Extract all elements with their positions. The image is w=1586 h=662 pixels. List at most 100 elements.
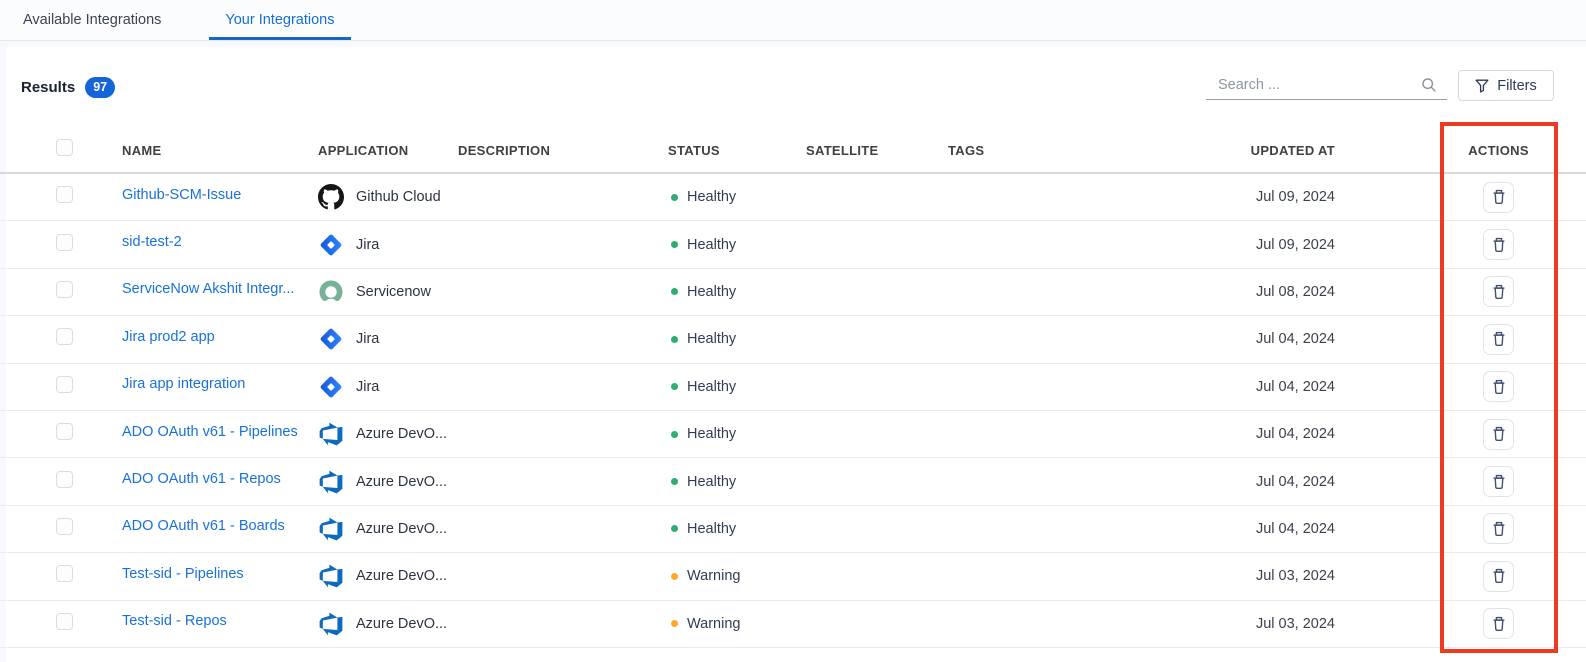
row-checkbox-cell — [0, 186, 122, 208]
status-dot — [671, 573, 678, 580]
status-label: Warning — [687, 568, 740, 584]
tab-available-integrations[interactable]: Available Integrations — [23, 0, 161, 40]
status-dot — [671, 336, 678, 343]
application-label: Azure DevO... — [356, 616, 447, 632]
row-checkbox[interactable] — [56, 376, 73, 393]
trash-icon — [1491, 284, 1507, 300]
status-dot — [671, 478, 678, 485]
application-cell: Github Cloud — [318, 184, 458, 210]
status-cell: Warning — [668, 568, 806, 584]
application-cell: Azure DevO... — [318, 611, 458, 637]
results-label: Results — [21, 79, 75, 96]
delete-integration-button[interactable] — [1483, 513, 1514, 544]
updated-at-date: Jul 09, 2024 — [1256, 189, 1335, 205]
header-tags[interactable]: TAGS — [948, 143, 1158, 158]
table-row: ADO OAuth v61 - PipelinesAzure DevO...He… — [0, 411, 1586, 458]
delete-integration-button[interactable] — [1483, 419, 1514, 450]
select-all-checkbox[interactable] — [56, 139, 73, 156]
header-satellite[interactable]: SATELLITE — [806, 143, 948, 158]
header-description[interactable]: DESCRIPTION — [458, 143, 668, 158]
row-checkbox-cell — [0, 423, 122, 445]
row-checkbox-cell — [0, 376, 122, 398]
updated-at-cell: Jul 04, 2024 — [1256, 473, 1411, 491]
delete-integration-button[interactable] — [1483, 324, 1514, 355]
integration-name-link[interactable]: Jira app integration — [122, 376, 245, 392]
status-cell: Warning — [668, 616, 806, 632]
delete-integration-button[interactable] — [1483, 229, 1514, 260]
application-label: Azure DevO... — [356, 521, 447, 537]
table-row: ServiceNow Akshit Integr...ServicenowHea… — [0, 269, 1586, 316]
application-cell: Jira — [318, 232, 458, 258]
integration-name-link[interactable]: Github-SCM-Issue — [122, 187, 241, 203]
integration-name-link[interactable]: sid-test-2 — [122, 234, 182, 250]
status-label: Healthy — [687, 331, 736, 347]
row-checkbox-cell — [0, 281, 122, 303]
status-cell: Healthy — [668, 474, 806, 490]
integration-name-link[interactable]: ADO OAuth v61 - Boards — [122, 518, 285, 534]
integration-name-link[interactable]: ServiceNow Akshit Integr... — [122, 281, 294, 297]
table-row: Github-SCM-Issue Github Cloud Healthy Jul 0… — [0, 174, 1586, 221]
row-checkbox-cell — [0, 328, 122, 350]
row-checkbox[interactable] — [56, 234, 73, 251]
application-label: Azure DevO... — [356, 474, 447, 490]
delete-integration-button[interactable] — [1483, 182, 1514, 213]
delete-integration-button[interactable] — [1483, 466, 1514, 497]
application-cell: Azure DevO... — [318, 563, 458, 589]
application-cell: Jira — [318, 326, 458, 352]
actions-cell — [1483, 324, 1514, 355]
integration-name-link[interactable]: Test-sid - Repos — [122, 613, 227, 629]
integration-name-link[interactable]: Jira prod2 app — [122, 329, 215, 345]
header-status[interactable]: STATUS — [668, 143, 806, 158]
trash-icon — [1491, 237, 1507, 253]
status-cell: Healthy — [668, 331, 806, 347]
updated-at-date: Jul 09, 2024 — [1256, 237, 1335, 253]
status-cell: Healthy — [668, 284, 806, 300]
updated-at-cell: Jul 03, 2024 — [1256, 615, 1411, 633]
updated-at-date: Jul 04, 2024 — [1256, 474, 1335, 490]
delete-integration-button[interactable] — [1483, 608, 1514, 639]
row-checkbox[interactable] — [56, 613, 73, 630]
delete-integration-button[interactable] — [1483, 371, 1514, 402]
search-box — [1206, 70, 1447, 100]
updated-at-cell: Jul 08, 2024 — [1256, 283, 1411, 301]
row-checkbox[interactable] — [56, 281, 73, 298]
actions-cell — [1483, 561, 1514, 592]
application-label: Azure DevO... — [356, 568, 447, 584]
search-input[interactable] — [1206, 77, 1421, 93]
delete-integration-button[interactable] — [1483, 276, 1514, 307]
actions-cell — [1483, 182, 1514, 213]
status-cell: Healthy — [668, 189, 806, 205]
application-label: Jira — [356, 331, 379, 347]
azure-devops-icon — [318, 421, 344, 447]
updated-at-date: Jul 04, 2024 — [1256, 331, 1335, 347]
trash-icon — [1491, 331, 1507, 347]
status-cell: Healthy — [668, 426, 806, 442]
status-cell: Healthy — [668, 379, 806, 395]
integration-name-link[interactable]: Test-sid - Pipelines — [122, 566, 244, 582]
tab-your-integrations[interactable]: Your Integrations — [209, 0, 350, 40]
table-row: ADO OAuth v61 - Repos Azure DevO... Health… — [0, 458, 1586, 505]
filters-button[interactable]: Filters — [1458, 70, 1554, 101]
results-summary: Results 97 — [21, 75, 115, 99]
trash-icon — [1491, 568, 1507, 584]
status-label: Healthy — [687, 474, 736, 490]
search-icon — [1421, 77, 1437, 93]
header-name[interactable]: NAME — [122, 143, 318, 158]
row-checkbox[interactable] — [56, 518, 73, 535]
header-updated-at[interactable]: UPDATED AT — [1251, 143, 1411, 158]
jira-icon — [318, 326, 344, 352]
row-checkbox[interactable] — [56, 186, 73, 203]
row-checkbox-cell — [0, 518, 122, 540]
integration-name-link[interactable]: ADO OAuth v61 - Pipelines — [122, 424, 298, 440]
delete-integration-button[interactable] — [1483, 561, 1514, 592]
updated-at-cell: Jul 09, 2024 — [1256, 236, 1411, 254]
row-checkbox[interactable] — [56, 328, 73, 345]
row-checkbox[interactable] — [56, 565, 73, 582]
updated-at-cell: Jul 04, 2024 — [1256, 330, 1411, 348]
actions-cell — [1483, 466, 1514, 497]
row-checkbox[interactable] — [56, 423, 73, 440]
application-label: Github Cloud — [356, 189, 441, 205]
row-checkbox[interactable] — [56, 471, 73, 488]
header-application[interactable]: APPLICATION — [318, 143, 458, 158]
integration-name-link[interactable]: ADO OAuth v61 - Repos — [122, 471, 281, 487]
